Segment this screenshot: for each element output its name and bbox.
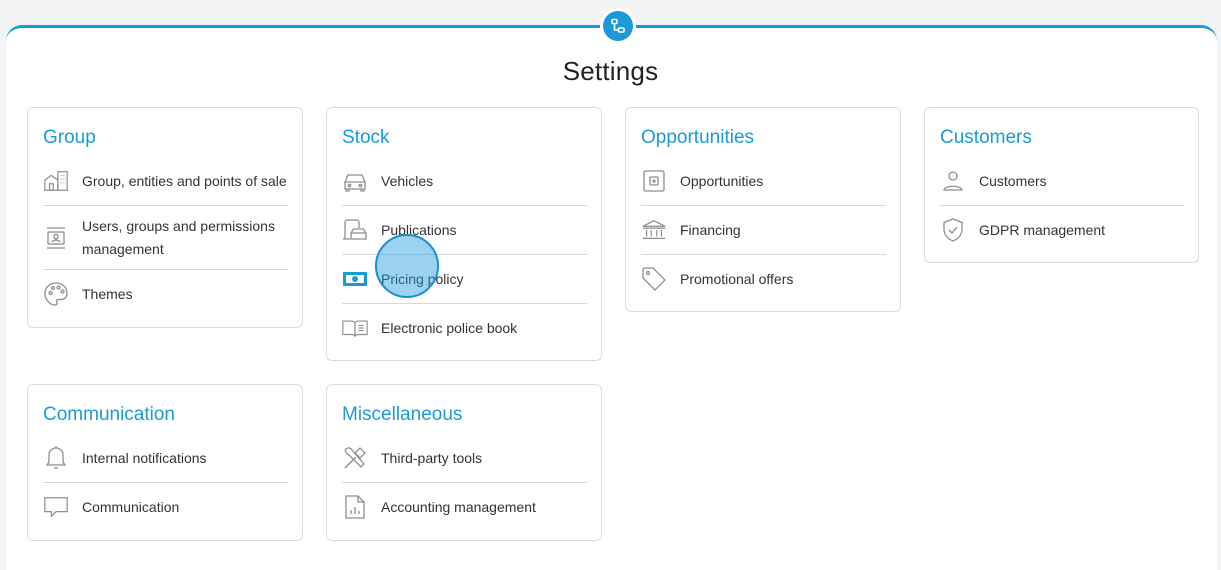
banknote-icon: [342, 266, 368, 292]
settings-item-third-party-tools[interactable]: Third-party tools: [342, 434, 587, 483]
tools-icon: [342, 445, 368, 471]
page-title: Settings: [562, 56, 659, 86]
user-icon: [940, 168, 966, 194]
group-card: Group Group, entities and points of sale…: [27, 107, 303, 328]
stock-card: Stock Vehicles Publications Pricing poli…: [326, 107, 602, 361]
settings-item-pricing-policy[interactable]: Pricing policy: [342, 255, 587, 304]
settings-item-internal-notifications[interactable]: Internal notifications: [43, 434, 288, 483]
communication-card: Communication Internal notifications Com…: [27, 384, 303, 541]
opportunities-card: Opportunities Opportunities Financing Pr…: [625, 107, 901, 312]
settings-item-opportunities[interactable]: Opportunities: [641, 157, 886, 206]
card-title-stock: Stock: [342, 127, 390, 148]
report-icon: [342, 494, 368, 520]
network-icon[interactable]: [603, 11, 633, 41]
settings-item-promotional-offers[interactable]: Promotional offers: [641, 255, 886, 303]
settings-item-vehicles[interactable]: Vehicles: [342, 157, 587, 206]
shield-check-icon: [940, 217, 966, 243]
publication-icon: [342, 217, 368, 243]
card-title-communication: Communication: [43, 404, 175, 425]
card-title-group: Group: [43, 127, 96, 148]
bank-icon: [641, 217, 667, 243]
card-title-customers: Customers: [940, 127, 1032, 148]
palette-icon: [43, 281, 69, 307]
settings-item-financing[interactable]: Financing: [641, 206, 886, 255]
settings-item-publications[interactable]: Publications: [342, 206, 587, 255]
settings-item-group-entities[interactable]: Group, entities and points of sale: [43, 157, 288, 206]
customers-card: Customers Customers GDPR management: [924, 107, 1199, 263]
settings-item-gdpr[interactable]: GDPR management: [940, 206, 1184, 254]
book-icon: [342, 315, 368, 341]
miscellaneous-card: Miscellaneous Third-party tools Accounti…: [326, 384, 602, 541]
chat-bubble-icon: [43, 494, 69, 520]
wallet-icon: [641, 168, 667, 194]
settings-item-communication[interactable]: Communication: [43, 483, 288, 531]
settings-item-police-book[interactable]: Electronic police book: [342, 304, 587, 352]
settings-item-accounting-management[interactable]: Accounting management: [342, 483, 587, 531]
id-card-icon: [43, 225, 69, 251]
tag-icon: [641, 266, 667, 292]
bell-icon: [43, 445, 69, 471]
building-icon: [43, 168, 69, 194]
card-title-opportunities: Opportunities: [641, 127, 755, 148]
settings-item-themes[interactable]: Themes: [43, 270, 288, 318]
car-icon: [342, 168, 368, 194]
card-title-miscellaneous: Miscellaneous: [342, 404, 463, 425]
settings-item-users-permissions[interactable]: Users, groups and permissions management: [43, 206, 288, 270]
settings-item-customers[interactable]: Customers: [940, 157, 1184, 206]
